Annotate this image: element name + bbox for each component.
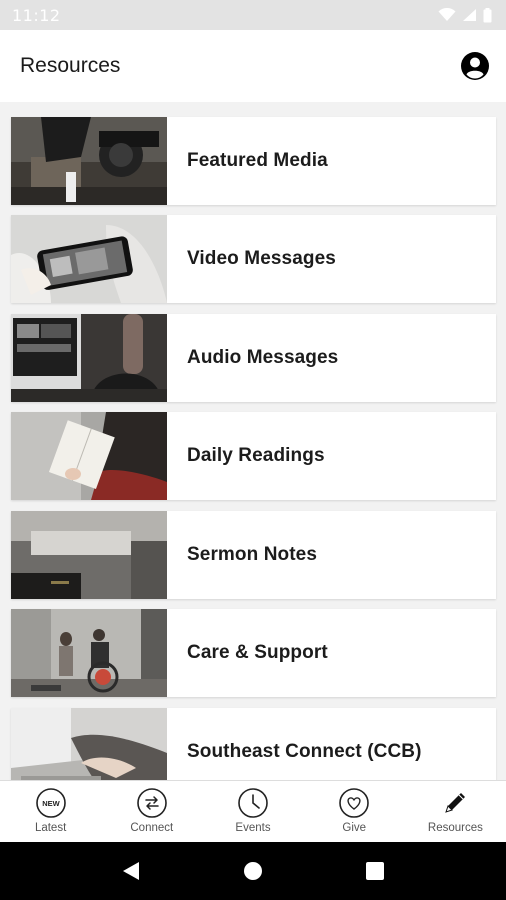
resource-label: Sermon Notes xyxy=(187,544,318,565)
nav-label: Connect xyxy=(130,822,174,834)
home-button[interactable] xyxy=(233,851,273,891)
featured-media-thumbnail xyxy=(11,117,167,205)
nav-resources[interactable]: Resources xyxy=(405,781,506,842)
resource-label: Featured Media xyxy=(187,150,328,171)
back-button[interactable] xyxy=(111,851,151,891)
resource-label: Audio Messages xyxy=(187,347,339,368)
status-time: 11:12 xyxy=(12,5,61,25)
nav-latest[interactable]: NEW Latest xyxy=(0,781,101,842)
system-nav-bar xyxy=(0,842,506,900)
southeast-connect-thumbnail xyxy=(11,708,167,780)
nav-label: Events xyxy=(235,822,271,834)
resource-card-sermon-notes[interactable]: Sermon Notes xyxy=(11,511,496,599)
new-badge-text: NEW xyxy=(42,799,60,808)
resource-label: Care & Support xyxy=(187,642,328,663)
resource-label: Daily Readings xyxy=(187,445,325,466)
app-header: Resources xyxy=(0,30,506,102)
profile-icon[interactable] xyxy=(460,51,490,81)
nav-connect[interactable]: Connect xyxy=(101,781,202,842)
status-icons xyxy=(438,7,492,23)
resource-label: Southeast Connect (CCB) xyxy=(187,741,422,762)
nav-label: Resources xyxy=(427,822,483,834)
heart-icon xyxy=(339,788,370,818)
resource-label: Video Messages xyxy=(187,248,336,269)
nav-label: Give xyxy=(342,822,367,834)
care-support-thumbnail xyxy=(11,609,167,697)
clock-icon xyxy=(238,788,268,818)
battery-icon xyxy=(483,7,492,22)
resource-card-audio-messages[interactable]: Audio Messages xyxy=(11,314,496,402)
wifi-icon xyxy=(438,8,456,21)
recents-button[interactable] xyxy=(355,851,395,891)
home-circle-icon xyxy=(244,862,262,880)
sermon-notes-thumbnail xyxy=(11,511,167,599)
nav-give[interactable]: Give xyxy=(304,781,405,842)
resource-list: Featured Media Video Messages Audio Mess… xyxy=(0,102,506,780)
resource-card-southeast-connect[interactable]: Southeast Connect (CCB) xyxy=(11,708,496,780)
resource-card-video-messages[interactable]: Video Messages xyxy=(11,215,496,303)
nav-label: Latest xyxy=(34,822,67,834)
signal-icon xyxy=(463,9,476,21)
swap-arrows-icon xyxy=(136,788,167,818)
recents-square-icon xyxy=(366,862,384,880)
daily-readings-thumbnail xyxy=(11,412,167,500)
resource-card-care-support[interactable]: Care & Support xyxy=(11,609,496,697)
resource-card-daily-readings[interactable]: Daily Readings xyxy=(11,412,496,500)
bottom-nav: NEW Latest Connect Events Give Resources xyxy=(0,780,506,842)
video-messages-thumbnail xyxy=(11,215,167,303)
nav-events[interactable]: Events xyxy=(202,781,303,842)
page-title: Resources xyxy=(20,54,121,77)
new-badge-icon: NEW xyxy=(35,788,66,818)
pencil-icon xyxy=(445,793,466,813)
resource-card-featured-media[interactable]: Featured Media xyxy=(11,117,496,205)
status-bar: 11:12 xyxy=(0,0,506,30)
back-triangle-icon xyxy=(123,862,139,880)
audio-messages-thumbnail xyxy=(11,314,167,402)
